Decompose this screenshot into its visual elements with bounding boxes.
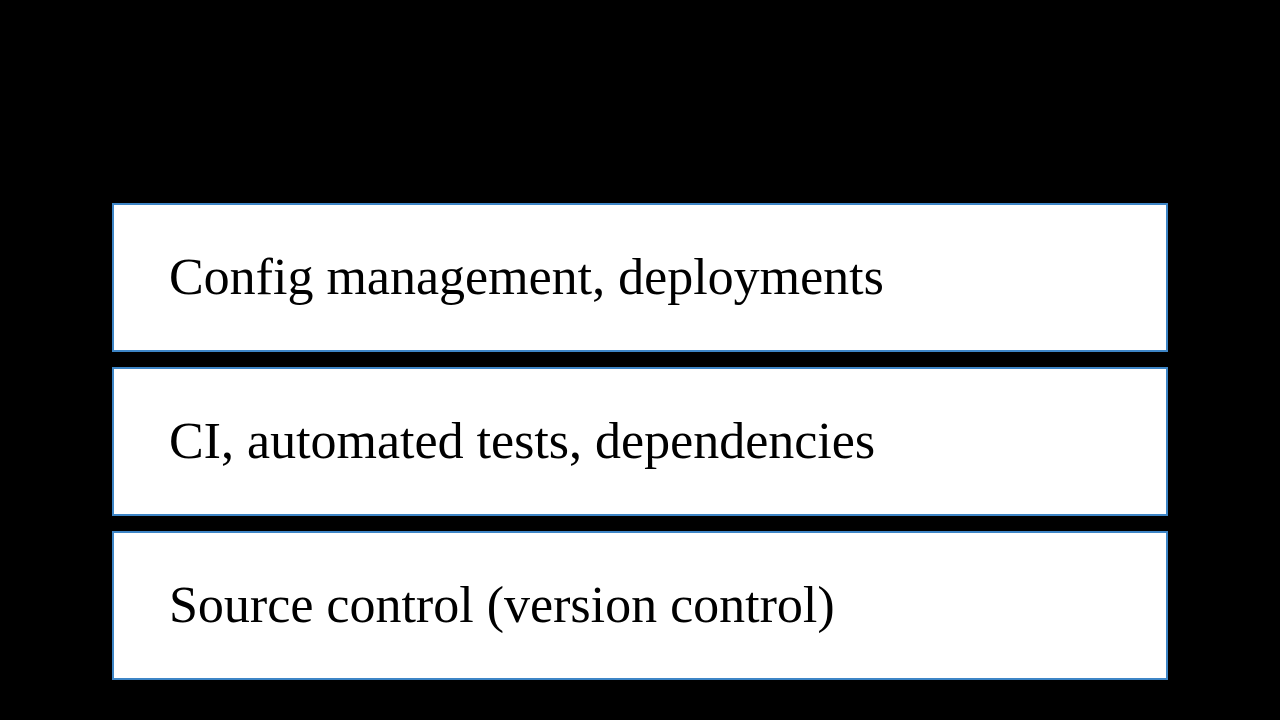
layer-ci: CI, automated tests, dependencies	[112, 367, 1168, 516]
layers-stack: Config management, deployments CI, autom…	[112, 203, 1168, 680]
layer-label: Config management, deployments	[169, 249, 884, 306]
layer-source-control: Source control (version control)	[112, 531, 1168, 680]
layer-label: Source control (version control)	[169, 577, 835, 634]
layer-config-management: Config management, deployments	[112, 203, 1168, 352]
layer-label: CI, automated tests, dependencies	[169, 413, 875, 470]
